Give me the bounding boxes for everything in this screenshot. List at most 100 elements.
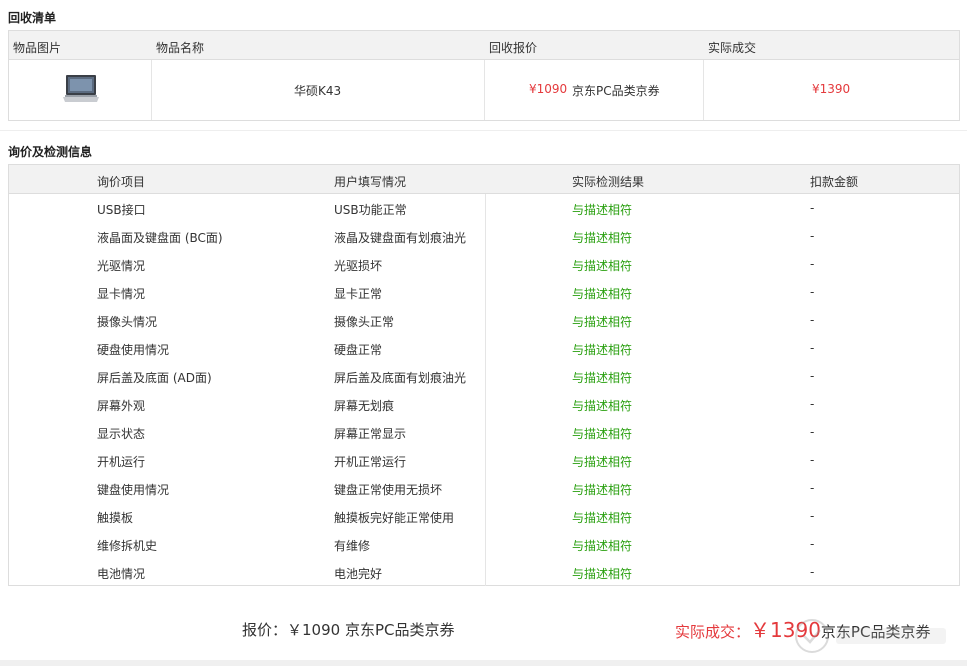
actual-result: 与描述相符 [572, 315, 633, 329]
inspection-body: USB接口 USB功能正常 与描述相符 - 液晶面及键盘面 (BC面) 液晶及键盘面有划痕… [9, 194, 959, 586]
header-inquiry-item: 询价项目 [97, 175, 146, 189]
deduction-amount: - [810, 537, 815, 551]
quote-price: ¥1090 [529, 82, 568, 96]
table-row: 华硕K43 ¥1090 京东PC品类京券 ¥1390 [9, 60, 959, 120]
actual-result: 与描述相符 [572, 427, 633, 441]
deduction-amount: - [810, 397, 815, 411]
inquiry-item: 屏后盖及底面 (AD面) [97, 371, 212, 385]
deduction-amount: - [810, 229, 815, 243]
inquiry-item: USB接口 [97, 203, 146, 217]
user-input: 屏幕无划痕 [334, 399, 395, 413]
table-row: 摄像头情况 摄像头正常 与描述相符 - [9, 306, 959, 334]
table-row: 显示状态 屏幕正常显示 与描述相符 - [9, 418, 959, 446]
deduction-amount: - [810, 425, 815, 439]
inquiry-item: 屏幕外观 [97, 399, 146, 413]
table-row: 光驱情况 光驱损坏 与描述相符 - [9, 250, 959, 278]
recycle-list-header: 物品图片 物品名称 回收报价 实际成交 [9, 31, 959, 60]
deduction-amount: - [810, 565, 815, 579]
user-input: 有维修 [334, 539, 371, 553]
header-item-name: 物品名称 [156, 41, 205, 55]
user-input: USB功能正常 [334, 203, 407, 217]
table-row: 液晶面及键盘面 (BC面) 液晶及键盘面有划痕油光 与描述相符 - [9, 222, 959, 250]
quote-price-cell: ¥1090 京东PC品类京券 [485, 60, 704, 120]
user-input: 开机正常运行 [334, 455, 407, 469]
quote-coupon: 京东PC品类京券 [572, 84, 660, 98]
inquiry-item: 电池情况 [97, 567, 146, 581]
user-input: 摄像头正常 [334, 315, 395, 329]
deal-price-cell: ¥1390 [704, 60, 961, 120]
header-quote-price: 回收报价 [489, 41, 538, 55]
user-input: 电池完好 [334, 567, 383, 581]
footer-quote: 报价：￥1090 京东PC品类京券 [242, 621, 455, 639]
inspection-table: 询价项目 用户填写情况 实际检测结果 扣款金额 USB接口 USB功能正常 与描述相… [8, 164, 960, 586]
actual-result: 与描述相符 [572, 287, 633, 301]
inquiry-item: 液晶面及键盘面 (BC面) [97, 231, 223, 245]
recycle-list-table: 物品图片 物品名称 回收报价 实际成交 华硕K43 ¥1090 京东PC品类京券… [8, 30, 960, 121]
actual-result: 与描述相符 [572, 399, 633, 413]
actual-result: 与描述相符 [572, 511, 633, 525]
section-divider [0, 130, 967, 131]
laptop-icon[interactable] [61, 73, 101, 105]
user-input: 光驱损坏 [334, 259, 383, 273]
user-input: 键盘正常使用无损坏 [334, 483, 443, 497]
actual-result: 与描述相符 [572, 259, 633, 273]
deduction-amount: - [810, 257, 815, 271]
actual-result: 与描述相符 [572, 371, 633, 385]
watermark-logo-icon [795, 619, 946, 653]
header-actual-result: 实际检测结果 [572, 175, 645, 189]
bottom-bar [0, 660, 967, 666]
user-input: 液晶及键盘面有划痕油光 [334, 231, 467, 245]
actual-result: 与描述相符 [572, 343, 633, 357]
user-input: 显卡正常 [334, 287, 383, 301]
table-row: 电池情况 电池完好 与描述相符 - [9, 558, 959, 586]
inquiry-item: 硬盘使用情况 [97, 343, 170, 357]
table-row: 触摸板 触摸板完好能正常使用 与描述相符 - [9, 502, 959, 530]
inquiry-item: 触摸板 [97, 511, 134, 525]
item-name-cell: 华硕K43 [152, 60, 485, 120]
deal-price: ¥1390 [812, 82, 851, 96]
deduction-amount: - [810, 313, 815, 327]
header-item-image: 物品图片 [13, 41, 62, 55]
deduction-amount: - [810, 509, 815, 523]
inquiry-item: 开机运行 [97, 455, 146, 469]
table-row: 屏幕外观 屏幕无划痕 与描述相符 - [9, 390, 959, 418]
inquiry-item: 键盘使用情况 [97, 483, 170, 497]
deduction-amount: - [810, 341, 815, 355]
header-deal-price: 实际成交 [708, 41, 757, 55]
user-input: 屏幕正常显示 [334, 427, 407, 441]
recycle-list-title: 回收清单 [8, 11, 57, 25]
deduction-amount: - [810, 201, 815, 215]
user-input: 硬盘正常 [334, 343, 383, 357]
actual-result: 与描述相符 [572, 567, 633, 581]
actual-result: 与描述相符 [572, 231, 633, 245]
actual-result: 与描述相符 [572, 203, 633, 217]
deal-label: 实际成交： [675, 623, 751, 641]
inquiry-item: 摄像头情况 [97, 315, 158, 329]
deduction-amount: - [810, 369, 815, 383]
actual-result: 与描述相符 [572, 539, 633, 553]
table-row: 硬盘使用情况 硬盘正常 与描述相符 - [9, 334, 959, 362]
actual-result: 与描述相符 [572, 483, 633, 497]
inquiry-item: 显示状态 [97, 427, 146, 441]
deduction-amount: - [810, 481, 815, 495]
user-input: 屏后盖及底面有划痕油光 [334, 371, 467, 385]
table-row: 屏后盖及底面 (AD面) 屏后盖及底面有划痕油光 与描述相符 - [9, 362, 959, 390]
table-row: 开机运行 开机正常运行 与描述相符 - [9, 446, 959, 474]
inspection-title: 询价及检测信息 [8, 145, 93, 159]
item-image-cell [9, 60, 152, 120]
table-row: 键盘使用情况 键盘正常使用无损坏 与描述相符 - [9, 474, 959, 502]
item-name: 华硕K43 [294, 84, 342, 98]
inquiry-item: 显卡情况 [97, 287, 146, 301]
header-deduction: 扣款金额 [810, 175, 859, 189]
actual-result: 与描述相符 [572, 455, 633, 469]
inquiry-item: 光驱情况 [97, 259, 146, 273]
user-input: 触摸板完好能正常使用 [334, 511, 455, 525]
table-row: 维修拆机史 有维修 与描述相符 - [9, 530, 959, 558]
deduction-amount: - [810, 285, 815, 299]
table-row: USB接口 USB功能正常 与描述相符 - [9, 194, 959, 222]
inspection-header: 询价项目 用户填写情况 实际检测结果 扣款金额 [9, 165, 959, 194]
table-row: 显卡情况 显卡正常 与描述相符 - [9, 278, 959, 306]
deduction-amount: - [810, 453, 815, 467]
inquiry-item: 维修拆机史 [97, 539, 158, 553]
header-user-input: 用户填写情况 [334, 175, 407, 189]
